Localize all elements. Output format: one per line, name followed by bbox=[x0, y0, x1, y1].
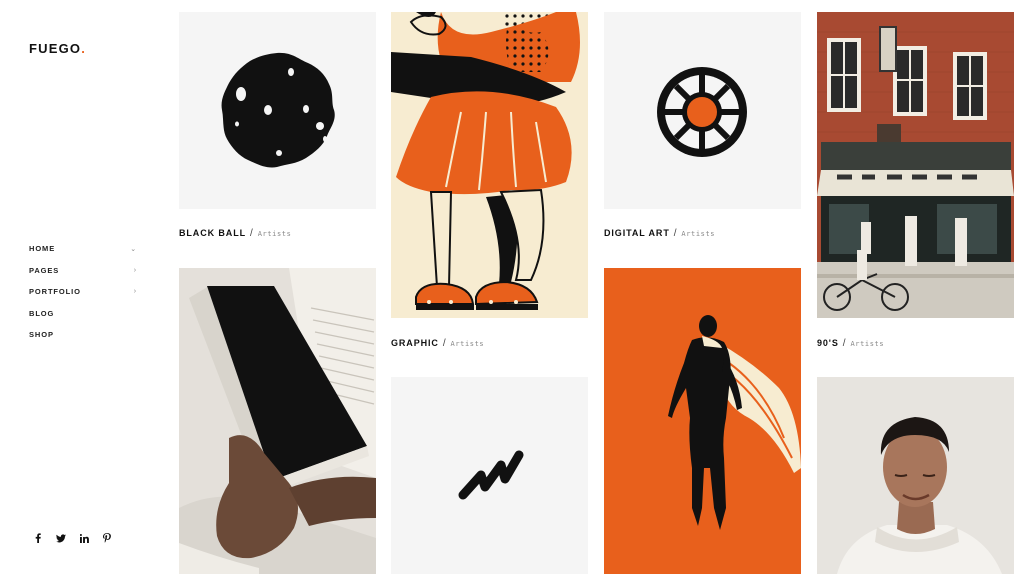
portfolio-title[interactable]: 90'S bbox=[817, 338, 839, 348]
main-navigation: HOME ⌄ PAGES › PORTFOLIO › BLOG SHOP bbox=[29, 244, 141, 352]
caption-separator: / bbox=[673, 228, 678, 239]
portfolio-card-black-ball[interactable] bbox=[179, 12, 376, 209]
black-ball-illustration bbox=[221, 52, 335, 168]
nav-item-pages[interactable]: PAGES › bbox=[29, 266, 141, 288]
portfolio-card-graphic[interactable] bbox=[391, 12, 588, 318]
nav-item-blog[interactable]: BLOG bbox=[29, 309, 141, 331]
nav-item-shop[interactable]: SHOP bbox=[29, 330, 141, 352]
portfolio-caption: BLACK BALL / Artists bbox=[179, 228, 291, 239]
twitter-icon[interactable] bbox=[56, 533, 66, 543]
social-links bbox=[33, 533, 112, 543]
superhero-illustration bbox=[604, 268, 801, 574]
site-logo[interactable]: FUEGO. bbox=[29, 41, 86, 56]
portfolio-card-portrait[interactable] bbox=[817, 377, 1014, 574]
portfolio-caption: GRAPHIC / Artists bbox=[391, 338, 484, 349]
pinterest-icon[interactable] bbox=[102, 533, 112, 543]
portfolio-card-zigzag[interactable] bbox=[391, 377, 588, 574]
nav-item-label: BLOG bbox=[29, 308, 55, 318]
lifebuoy-illustration bbox=[657, 67, 747, 157]
portfolio-category[interactable]: Artists bbox=[258, 230, 292, 238]
nav-item-label: SHOP bbox=[29, 330, 54, 339]
portrait-photo bbox=[817, 377, 1014, 574]
nav-item-home[interactable]: HOME ⌄ bbox=[29, 244, 141, 266]
portfolio-caption: 90'S / Artists bbox=[817, 338, 884, 349]
logo-dot: . bbox=[81, 41, 87, 56]
dancers-illustration bbox=[391, 12, 588, 318]
chevron-right-icon: › bbox=[133, 266, 137, 274]
chevron-right-icon: › bbox=[133, 288, 137, 295]
linkedin-icon[interactable] bbox=[79, 533, 89, 543]
portfolio-card-90s[interactable] bbox=[817, 12, 1014, 318]
logo-text: FUEGO bbox=[29, 41, 82, 56]
caption-separator: / bbox=[842, 338, 847, 349]
zigzag-illustration bbox=[458, 450, 524, 500]
nav-item-label: PORTFOLIO bbox=[29, 287, 81, 296]
facebook-icon[interactable] bbox=[33, 533, 43, 543]
portfolio-caption: DIGITAL ART / Artists bbox=[604, 228, 715, 239]
portfolio-category[interactable]: Artists bbox=[850, 340, 884, 348]
nav-item-label: HOME bbox=[29, 244, 56, 253]
portfolio-card-hero[interactable] bbox=[604, 268, 801, 574]
nav-item-label: PAGES bbox=[29, 265, 60, 275]
sidebar: FUEGO. HOME ⌄ PAGES › PORTFOLIO › BLOG S… bbox=[0, 0, 165, 587]
portfolio-title[interactable]: DIGITAL ART bbox=[604, 228, 670, 238]
portfolio-card-digital-art[interactable] bbox=[604, 12, 801, 209]
book-photo bbox=[179, 268, 376, 574]
drugstore-photo bbox=[817, 12, 1014, 318]
nav-item-portfolio[interactable]: PORTFOLIO › bbox=[29, 287, 141, 309]
portfolio-card-book[interactable] bbox=[179, 268, 376, 574]
caption-separator: / bbox=[250, 228, 254, 239]
portfolio-title[interactable]: BLACK BALL bbox=[179, 228, 246, 238]
caption-separator: / bbox=[442, 338, 447, 349]
chevron-down-icon: ⌄ bbox=[130, 246, 137, 253]
portfolio-title[interactable]: GRAPHIC bbox=[391, 338, 439, 348]
portfolio-category[interactable]: Artists bbox=[451, 340, 485, 348]
portfolio-category[interactable]: Artists bbox=[681, 230, 715, 238]
